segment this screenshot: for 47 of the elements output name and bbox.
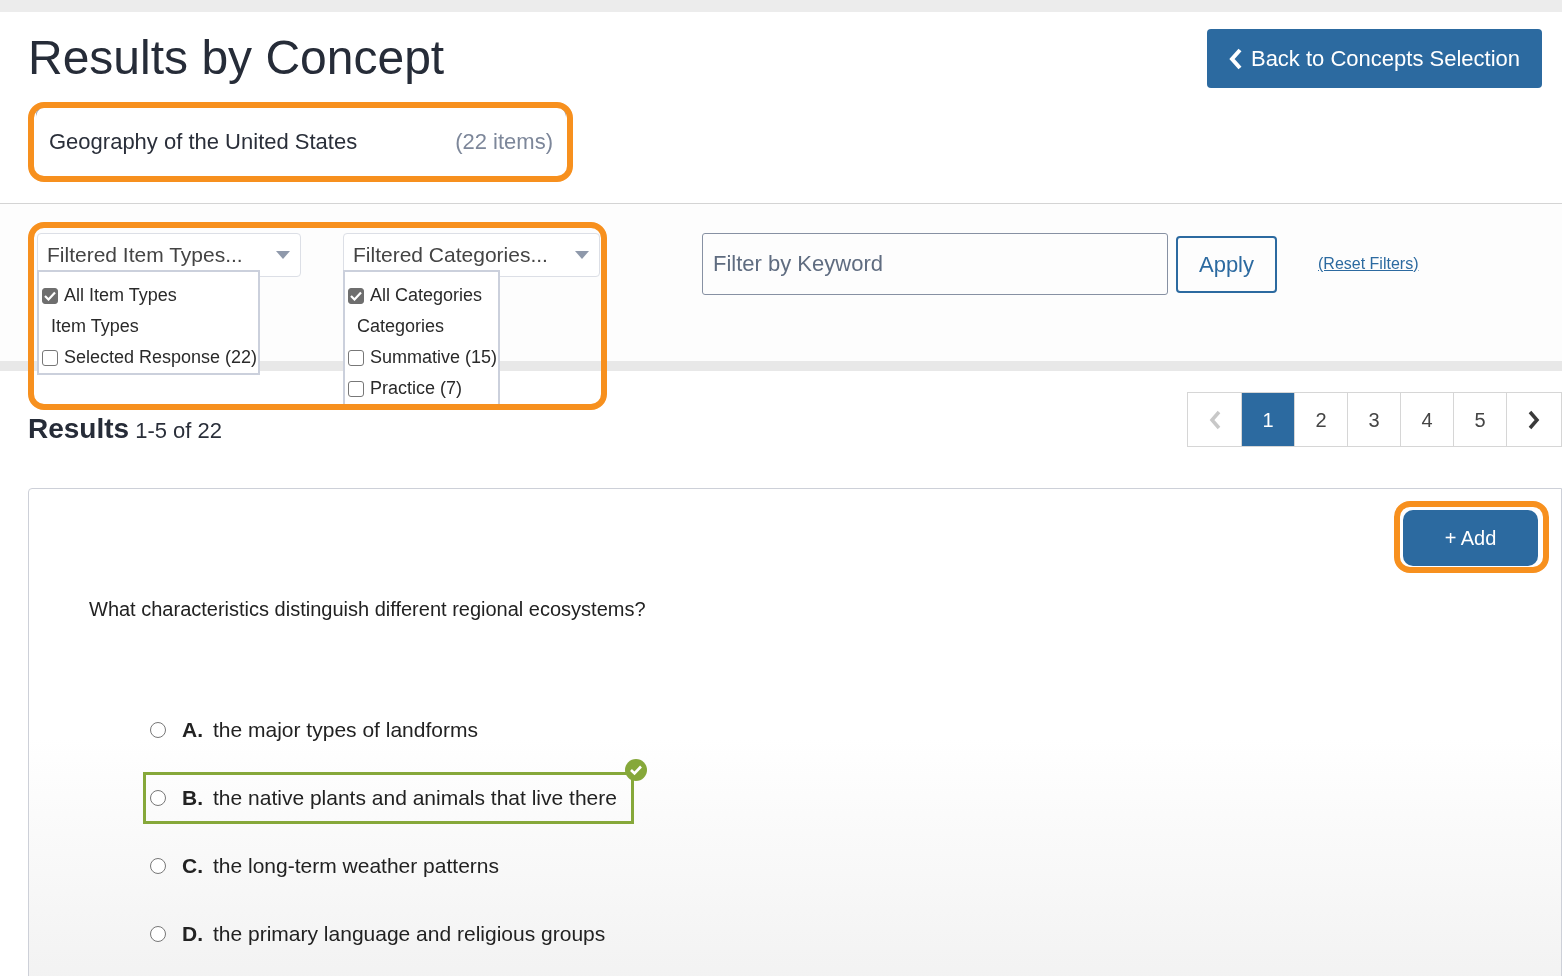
reset-filters-link[interactable]: (Reset Filters) <box>1318 252 1419 276</box>
radio-button[interactable] <box>150 858 166 874</box>
answer-option[interactable]: C. the long-term weather patterns <box>143 840 516 892</box>
back-button[interactable]: Back to Concepts Selection <box>1206 29 1542 88</box>
menu-option[interactable]: Summative (15) <box>345 342 499 373</box>
menu-option[interactable]: All Categories <box>345 280 499 311</box>
option-letter: B. <box>182 785 203 812</box>
apply-button[interactable]: Apply <box>1176 235 1277 293</box>
keyword-field[interactable]: Filter by Keyword <box>702 233 1168 295</box>
add-button[interactable]: + Add <box>1403 510 1538 566</box>
checkbox[interactable] <box>348 349 364 366</box>
answer-option[interactable]: D. the primary language and religious groups <box>143 908 623 960</box>
menu-group-label: Item Types <box>51 315 139 338</box>
answer-option[interactable]: A. the major types of landforms <box>143 704 495 756</box>
results-label: Results <box>28 412 130 446</box>
option-letter: A. <box>182 717 203 744</box>
checkbox[interactable] <box>42 349 58 366</box>
dropdown[interactable]: Filtered Categories... <box>343 233 600 277</box>
concept-name: Geography of the United States <box>49 127 358 156</box>
check-badge-icon <box>624 759 647 781</box>
chevron-left-icon <box>1228 47 1243 70</box>
radio-button[interactable] <box>150 722 166 738</box>
item-count: (22 items) <box>455 127 553 156</box>
caret-down-icon <box>276 251 290 259</box>
chevron-left-icon <box>1208 409 1221 430</box>
radio-button[interactable] <box>150 790 166 806</box>
option-text: the native plants and animals that live there <box>213 785 617 812</box>
page-button[interactable]: 1 <box>1242 393 1295 446</box>
option-letter: C. <box>182 853 203 880</box>
answer-option[interactable]: B. the native plants and animals that live there <box>143 772 634 824</box>
caret-down-icon <box>575 251 589 259</box>
option-text: the major types of landforms <box>213 717 478 744</box>
menu-option[interactable]: Selected Response (22) <box>39 342 259 373</box>
option-text: the primary language and religious groups <box>213 921 606 948</box>
menu-option[interactable]: All Item Types <box>39 280 259 311</box>
results-range: 1-5 of 22 <box>135 417 222 445</box>
chevron-right-icon <box>1528 409 1540 430</box>
menu-option[interactable]: Practice (7) <box>345 373 499 404</box>
page-title: Results by Concept <box>28 34 445 82</box>
option-text: the long-term weather patterns <box>213 853 499 880</box>
checkbox[interactable] <box>348 380 364 397</box>
option-letter: D. <box>182 921 203 948</box>
checkbox[interactable] <box>42 287 58 304</box>
checkbox[interactable] <box>348 287 364 304</box>
radio-button[interactable] <box>150 926 166 942</box>
question-text: What characteristics distinguish different regional ecosystems? <box>89 597 646 622</box>
menu-group-label: Categories <box>357 315 445 338</box>
